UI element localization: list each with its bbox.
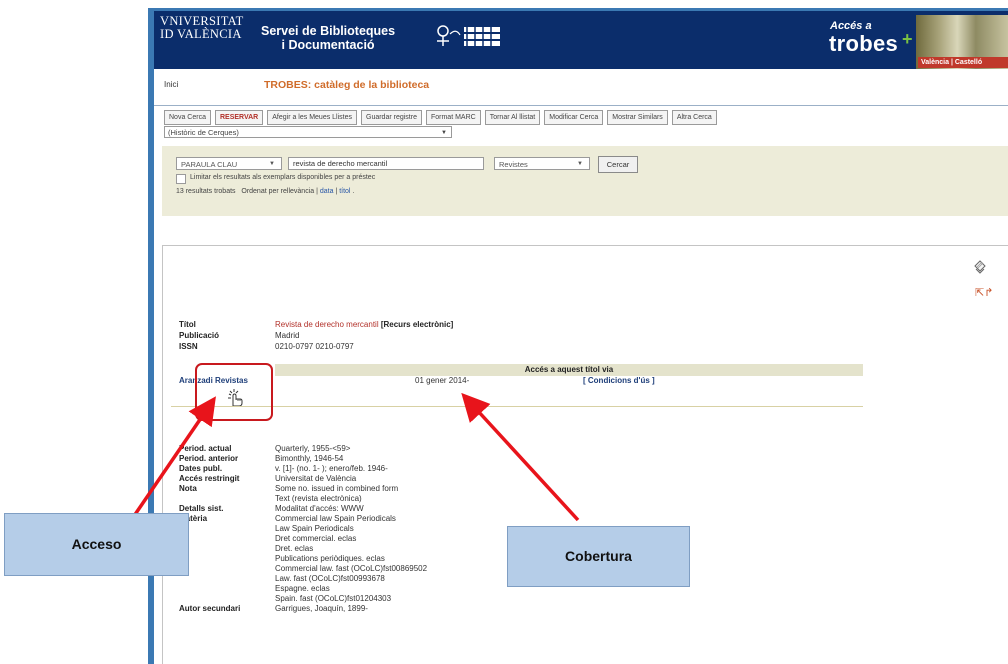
- arrow-to-access: [132, 396, 216, 517]
- callout-acceso: Acceso: [4, 513, 189, 576]
- callout-cobertura: Cobertura: [507, 526, 690, 587]
- arrow-to-coverage: [461, 392, 580, 522]
